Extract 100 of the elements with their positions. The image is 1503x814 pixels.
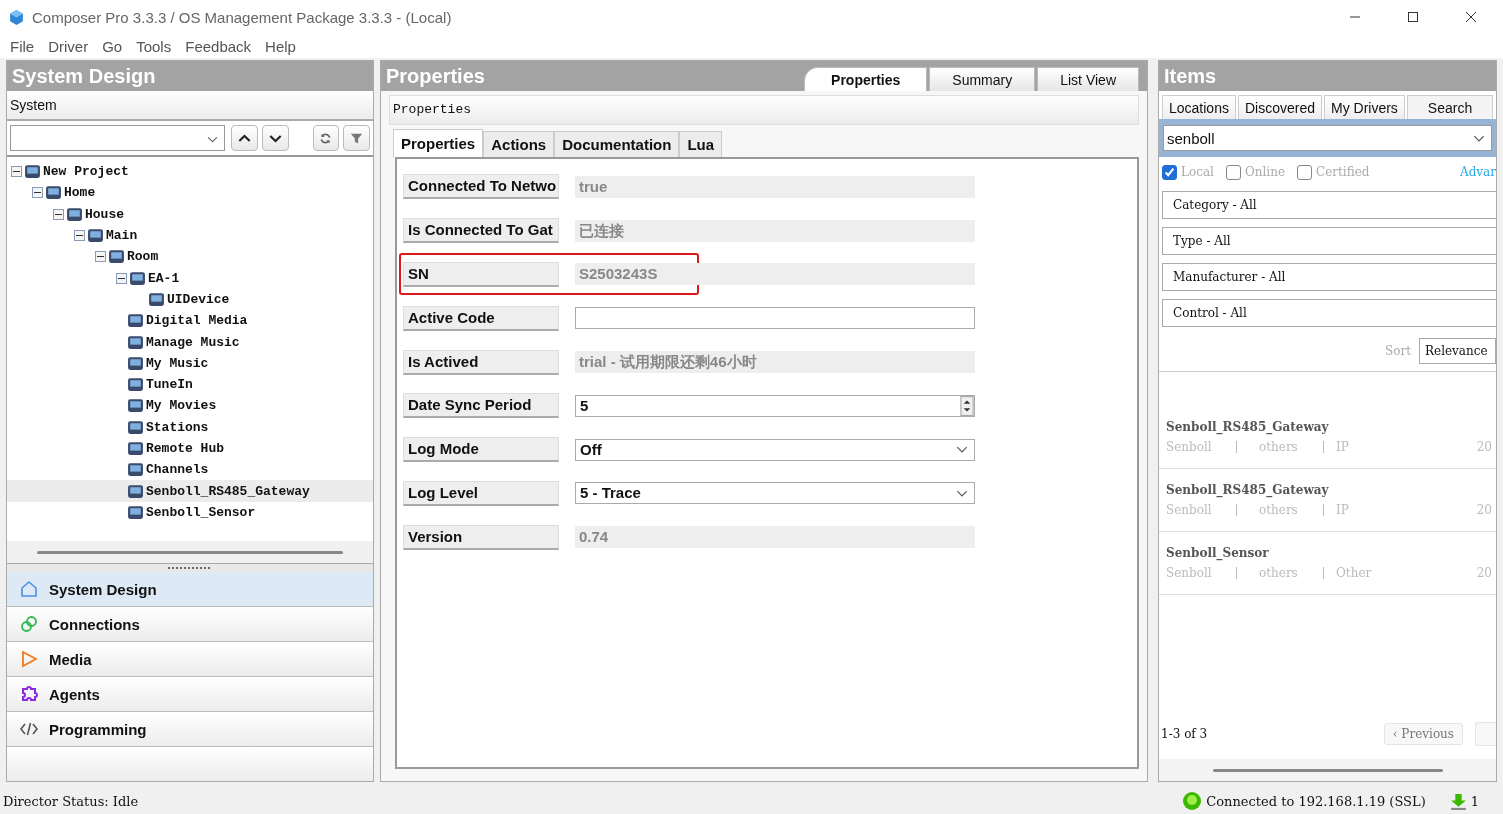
tree-item[interactable]: My Movies [146,398,217,414]
close-icon[interactable] [1465,11,1477,23]
connection-status: Connected to 192.168.1.19 (SSL) [1206,793,1426,809]
tree-item[interactable]: House [85,206,124,222]
tree-item[interactable]: Senboll_Sensor [146,504,256,520]
tab[interactable]: Search [1406,95,1494,119]
menu-item[interactable]: Go [102,37,123,55]
tree-item[interactable]: TuneIn [146,377,193,393]
tree-item[interactable]: Home [64,185,96,201]
sort-label: Sort [1385,344,1411,358]
dropdown[interactable]: Off [575,438,975,461]
device-icon [87,227,104,245]
property-label: Log Level [403,480,559,506]
expander-icon[interactable] [74,230,85,242]
device-icon [148,290,165,308]
filter-dropdown[interactable]: Category - All [1162,191,1496,219]
filter-button[interactable] [343,125,370,151]
scrollbar-thumb[interactable] [37,550,343,554]
tree-item[interactable]: Main [106,228,138,244]
expander-icon[interactable] [53,208,64,220]
nav-item[interactable]: Media [7,642,373,677]
filter-dropdown[interactable]: Manufacturer - All [1162,263,1496,291]
view-tab[interactable]: Summary [929,67,1036,91]
checkbox[interactable] [1297,164,1312,180]
menu-item[interactable]: Feedback [185,37,252,55]
refresh-button[interactable] [312,125,340,151]
link-icon [19,614,39,634]
menu-item[interactable]: File [10,37,35,55]
input-field[interactable] [575,307,975,330]
nav-item[interactable]: Connections [7,607,373,642]
tree-item[interactable]: EA-1 [148,270,180,286]
window-title: Composer Pro 3.3.3 / OS Management Package 3.3.3 - (Local) [32,8,453,26]
expander-icon[interactable] [95,251,106,263]
nav-item[interactable]: System Design [7,572,373,607]
result-item[interactable]: Senboll_Sensor Senboll others Other 20 [1159,532,1496,595]
previous-button[interactable]: ‹ Previous [1383,723,1463,745]
location-combo[interactable] [10,125,226,151]
tab[interactable]: Discovered [1237,95,1322,119]
device-icon [108,248,125,266]
status-light-icon [1182,791,1203,811]
tree-item[interactable]: New Project [43,164,129,180]
checkbox[interactable] [1225,164,1241,180]
device-icon [127,397,144,415]
readonly-field: S2503243S [575,263,975,286]
filter-dropdown[interactable]: Type - All [1162,227,1496,255]
tab[interactable]: Actions [483,131,555,157]
result-count: 1-3 of 3 [1161,727,1209,741]
device-icon [127,482,144,500]
tree-item[interactable]: Room [127,249,159,265]
tab[interactable]: Properties [393,129,484,157]
menu-item[interactable]: Driver [48,37,89,55]
tree-item[interactable]: Channels [146,462,209,478]
nav-item[interactable]: Agents [7,677,373,712]
menu-item[interactable]: Tools [136,37,172,55]
result-item[interactable]: Senboll_RS485_Gateway Senboll others IP 20 [1159,469,1496,532]
filter-dropdown[interactable]: Control - All [1162,299,1496,327]
download-icon [1449,792,1467,810]
tree-item[interactable]: Stations [146,419,209,435]
sort-dropdown[interactable]: Relevance [1419,338,1496,364]
panel-header: Properties [386,64,485,89]
result-item[interactable]: Senboll_RS485_Gateway Senboll others IP 20 [1159,406,1496,469]
app-icon [8,8,25,26]
nav-item[interactable]: Programming [7,712,373,747]
tree-item[interactable]: My Music [146,355,209,371]
spinner-icon[interactable] [960,395,974,416]
device-icon [127,418,144,436]
tree-item[interactable]: Manage Music [146,334,240,350]
tab[interactable]: Documentation [554,131,680,157]
dropdown[interactable]: 5 - Trace [575,482,975,505]
tree-item[interactable]: Remote Hub [146,441,224,456]
property-label: Active Code [403,305,559,331]
view-tab[interactable]: Properties [804,67,928,91]
expander-icon[interactable] [11,166,22,178]
tree-item[interactable]: UIDevice [167,291,230,307]
splitter-grip[interactable] [7,564,373,572]
move-up-button[interactable] [231,125,258,151]
section-label: System [7,91,373,121]
maximize-icon[interactable] [1407,11,1419,23]
section-label: Properties [389,95,1139,125]
tab[interactable]: Locations [1162,95,1236,119]
checkbox-label: Certified [1316,165,1370,179]
checkbox[interactable] [1162,164,1177,180]
expander-icon[interactable] [32,187,43,199]
tree-item[interactable]: Digital Media [146,313,248,329]
property-label: Is Actived [403,349,559,375]
search-combo[interactable]: senboll [1163,125,1492,151]
expander-icon[interactable] [116,272,127,284]
director-status: Director Status: Idle [3,793,139,809]
tab[interactable]: Lua [679,131,723,157]
menu-item[interactable]: Help [265,37,296,55]
scrollbar-thumb[interactable] [1212,768,1443,772]
move-down-button[interactable] [261,125,289,151]
filter-icon [350,131,364,145]
tab[interactable]: My Drivers [1323,95,1405,119]
view-tab[interactable]: List View [1037,67,1139,91]
property-label: SN [403,262,559,287]
device-icon [129,269,146,287]
property-label: Date Sync Period [403,393,559,419]
play-icon [19,649,39,669]
number-field[interactable]: 5 [575,394,975,417]
